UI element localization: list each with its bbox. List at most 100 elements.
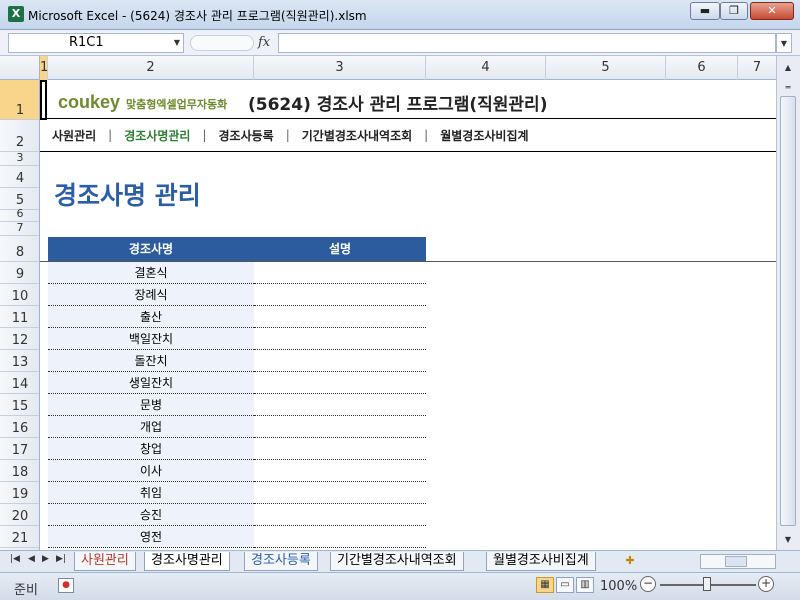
nav-item-employee[interactable]: 사원관리 <box>40 127 108 144</box>
row-header[interactable]: 15 <box>0 394 39 416</box>
row-header[interactable]: 9 <box>0 262 39 284</box>
sheet-tab-monthly-summary[interactable]: 월별경조사비집계 <box>486 552 596 571</box>
column-header[interactable]: 7 <box>738 56 776 80</box>
row-header[interactable]: 8 <box>0 236 39 262</box>
row-header[interactable]: 16 <box>0 416 39 438</box>
row-header[interactable]: 20 <box>0 504 39 526</box>
row-header[interactable]: 1 <box>0 80 39 120</box>
column-header[interactable]: 6 <box>666 56 738 80</box>
event-description-cell[interactable] <box>254 328 426 350</box>
page-break-view-icon[interactable]: ▥ <box>576 577 594 593</box>
last-sheet-icon[interactable]: ▶| <box>56 554 66 564</box>
sheet-tab-period-query[interactable]: 기간별경조사내역조회 <box>330 552 464 571</box>
row-header[interactable]: 2 <box>0 120 39 152</box>
close-button[interactable]: ✕ <box>750 2 794 20</box>
row-header[interactable]: 19 <box>0 482 39 504</box>
event-description-cell[interactable] <box>254 526 426 548</box>
event-description-cell[interactable] <box>254 394 426 416</box>
column-header[interactable]: 4 <box>426 56 546 80</box>
event-description-cell[interactable] <box>254 438 426 460</box>
event-description-cell[interactable] <box>254 350 426 372</box>
worksheet-grid[interactable]: coukey 맞춤형엑셀업무자동화 (5624) 경조사 관리 프로그램(직원관… <box>40 80 776 550</box>
minimize-button[interactable]: ▬ <box>690 2 720 20</box>
event-name-cell[interactable]: 개업 <box>48 416 254 438</box>
brand-tagline: 맞춤형엑셀업무자동화 <box>126 98 228 111</box>
expand-formula-bar-icon[interactable]: ▼ <box>776 33 792 53</box>
event-name-cell[interactable]: 장례식 <box>48 284 254 306</box>
insert-sheet-icon[interactable]: ✚ <box>622 553 638 569</box>
page-layout-view-icon[interactable]: ▭ <box>556 577 574 593</box>
nav-item-period-query[interactable]: 기간별경조사내역조회 <box>290 127 424 144</box>
nav-item-event-names[interactable]: 경조사명관리 <box>112 127 202 144</box>
event-name-cell[interactable]: 돌잔치 <box>48 350 254 372</box>
event-name-cell[interactable]: 문병 <box>48 394 254 416</box>
event-name-cell[interactable]: 백일잔치 <box>48 328 254 350</box>
event-description-cell[interactable] <box>254 416 426 438</box>
record-macro-icon[interactable]: ● <box>58 578 74 593</box>
horizontal-scrollbar[interactable] <box>700 554 776 569</box>
zoom-slider-thumb[interactable] <box>703 577 711 591</box>
row-header[interactable]: 12 <box>0 328 39 350</box>
row-header[interactable]: 10 <box>0 284 39 306</box>
event-description-cell[interactable] <box>254 306 426 328</box>
normal-view-icon[interactable]: ▦ <box>536 577 554 593</box>
event-name-cell[interactable]: 영전 <box>48 526 254 548</box>
next-sheet-icon[interactable]: ▶ <box>42 554 49 564</box>
row-header[interactable]: 18 <box>0 460 39 482</box>
split-handle-icon[interactable]: ═ <box>779 80 797 96</box>
excel-app-icon[interactable]: X <box>8 6 24 22</box>
event-description-cell[interactable] <box>254 460 426 482</box>
prev-sheet-icon[interactable]: ◀ <box>28 554 35 564</box>
row-header[interactable]: 3 <box>0 151 39 166</box>
column-headers: 1 2 3 4 5 6 7 <box>0 56 776 80</box>
scroll-up-icon[interactable]: ▲ <box>779 60 797 76</box>
row-header[interactable]: 21 <box>0 526 39 548</box>
sheet-tab-employee[interactable]: 사원관리 <box>74 552 136 571</box>
active-cell-selection[interactable] <box>40 80 47 120</box>
event-name-cell[interactable]: 결혼식 <box>48 262 254 284</box>
nav-item-monthly-summary[interactable]: 월별경조사비집계 <box>428 127 540 144</box>
column-header[interactable]: 1 <box>40 56 48 80</box>
horizontal-scrollbar-thumb[interactable] <box>725 556 747 567</box>
program-title: (5624) 경조사 관리 프로그램(직원관리) <box>248 95 548 115</box>
row-header[interactable]: 13 <box>0 350 39 372</box>
event-description-cell[interactable] <box>254 372 426 394</box>
zoom-level[interactable]: 100% <box>600 579 637 594</box>
maximize-button[interactable]: ❐ <box>720 2 748 20</box>
insert-function-icon[interactable]: fx <box>258 35 270 50</box>
event-description-cell[interactable] <box>254 504 426 526</box>
row-header[interactable]: 4 <box>0 166 39 188</box>
vertical-scrollbar[interactable]: ▲ ═ ▼ <box>776 56 800 550</box>
column-header[interactable]: 3 <box>254 56 426 80</box>
column-header[interactable]: 2 <box>48 56 254 80</box>
zoom-out-icon[interactable]: − <box>640 576 656 592</box>
sheet-tab-event-register[interactable]: 경조사등록 <box>244 552 318 571</box>
event-name-cell[interactable]: 취임 <box>48 482 254 504</box>
select-all-corner[interactable] <box>0 56 40 80</box>
event-name-cell[interactable]: 이사 <box>48 460 254 482</box>
event-name-cell[interactable]: 생일잔치 <box>48 372 254 394</box>
first-sheet-icon[interactable]: |◀ <box>10 554 20 564</box>
event-name-cell[interactable]: 창업 <box>48 438 254 460</box>
event-name-cell[interactable]: 출산 <box>48 306 254 328</box>
column-header[interactable]: 5 <box>546 56 666 80</box>
zoom-in-icon[interactable]: + <box>758 576 774 592</box>
nav-item-event-register[interactable]: 경조사등록 <box>207 127 286 144</box>
scroll-down-icon[interactable]: ▼ <box>779 532 797 548</box>
event-description-cell[interactable] <box>254 262 426 284</box>
status-mode: 준비 <box>14 583 38 598</box>
row-header[interactable]: 7 <box>0 221 39 236</box>
event-description-cell[interactable] <box>254 482 426 504</box>
sheet-tab-event-names[interactable]: 경조사명관리 <box>144 552 230 571</box>
formula-input[interactable] <box>278 33 776 53</box>
name-box-dropdown-icon[interactable]: ▼ <box>171 33 183 53</box>
event-description-cell[interactable] <box>254 284 426 306</box>
event-name-cell[interactable]: 승진 <box>48 504 254 526</box>
table-header-name: 경조사명 <box>48 237 254 261</box>
name-box[interactable]: R1C1 <box>8 33 184 53</box>
formula-bar-splitter[interactable] <box>190 35 254 51</box>
scrollbar-thumb[interactable] <box>780 96 796 526</box>
row-header[interactable]: 14 <box>0 372 39 394</box>
row-header[interactable]: 17 <box>0 438 39 460</box>
row-header[interactable]: 11 <box>0 306 39 328</box>
